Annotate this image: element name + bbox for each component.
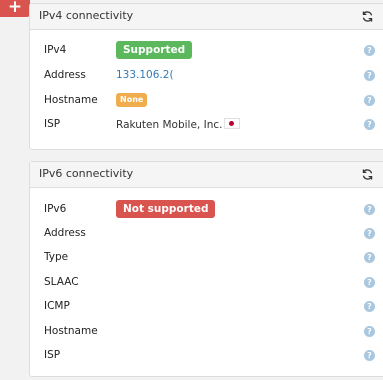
help-icon[interactable]: ? <box>364 252 375 263</box>
ipv6-row-icmp: ICMP ? <box>30 297 383 317</box>
help-icon[interactable]: ? <box>364 277 375 288</box>
ipv4-row-support: IPv4 Supported ? <box>30 41 383 61</box>
isp-label: ISP <box>44 349 61 361</box>
ipv4-panel-heading: IPv4 connectivity <box>30 4 383 30</box>
ipv4-row-hostname: Hostname None ? <box>30 91 383 111</box>
help-icon[interactable]: ? <box>364 301 375 312</box>
ipv6-panel-heading: IPv6 connectivity <box>30 162 383 188</box>
ipv6-label: IPv6 <box>44 203 67 215</box>
ipv6-row-hostname: Hostname ? <box>30 322 383 342</box>
help-icon[interactable]: ? <box>364 70 375 81</box>
ipv4-label: IPv4 <box>44 44 67 56</box>
slaac-label: SLAAC <box>44 276 79 288</box>
ipv4-row-address: Address 133.106.2( ? <box>30 66 383 86</box>
ipv6-row-isp: ISP ? <box>30 346 383 366</box>
isp-value: Rakuten Mobile, Inc. <box>116 118 241 131</box>
refresh-icon[interactable] <box>361 10 374 23</box>
help-icon[interactable]: ? <box>364 228 375 239</box>
ipv4-panel: IPv4 connectivity IPv4 Supported ? Addre… <box>29 3 383 150</box>
ipv6-row-slaac: SLAAC ? <box>30 273 383 293</box>
hostname-label: Hostname <box>44 325 98 337</box>
hostname-badge: None <box>116 93 148 107</box>
page: + IPv4 connectivity IPv4 Supported ? Add… <box>0 0 383 380</box>
address-label: Address <box>44 227 86 239</box>
japan-flag-icon <box>224 118 241 129</box>
help-icon[interactable]: ? <box>364 119 375 130</box>
isp-name: Rakuten Mobile, Inc. <box>116 119 223 131</box>
ipv4-address-value[interactable]: 133.106.2( <box>116 69 174 81</box>
ipv6-row-support: IPv6 Not supported ? <box>30 200 383 220</box>
status-badge-supported: Supported <box>116 41 193 59</box>
icmp-label: ICMP <box>44 300 70 312</box>
address-label: Address <box>44 69 86 81</box>
refresh-icon[interactable] <box>361 168 374 181</box>
ipv6-panel-title: IPv6 connectivity <box>39 167 134 180</box>
ipv6-row-address: Address ? <box>30 224 383 244</box>
isp-label: ISP <box>44 118 61 130</box>
help-icon[interactable]: ? <box>364 326 375 337</box>
add-button[interactable]: + <box>0 0 30 17</box>
help-icon[interactable]: ? <box>364 45 375 56</box>
hostname-label: Hostname <box>44 94 98 106</box>
ipv6-panel: IPv6 connectivity IPv6 Not supported ? A… <box>29 161 383 377</box>
ipv4-row-isp: ISP Rakuten Mobile, Inc. ? <box>30 115 383 135</box>
help-icon[interactable]: ? <box>364 204 375 215</box>
status-badge-not-supported: Not supported <box>116 200 216 218</box>
type-label: Type <box>44 251 69 263</box>
ipv4-panel-title: IPv4 connectivity <box>39 9 134 22</box>
help-icon[interactable]: ? <box>364 350 375 361</box>
ipv6-row-type: Type ? <box>30 248 383 268</box>
help-icon[interactable]: ? <box>364 95 375 106</box>
